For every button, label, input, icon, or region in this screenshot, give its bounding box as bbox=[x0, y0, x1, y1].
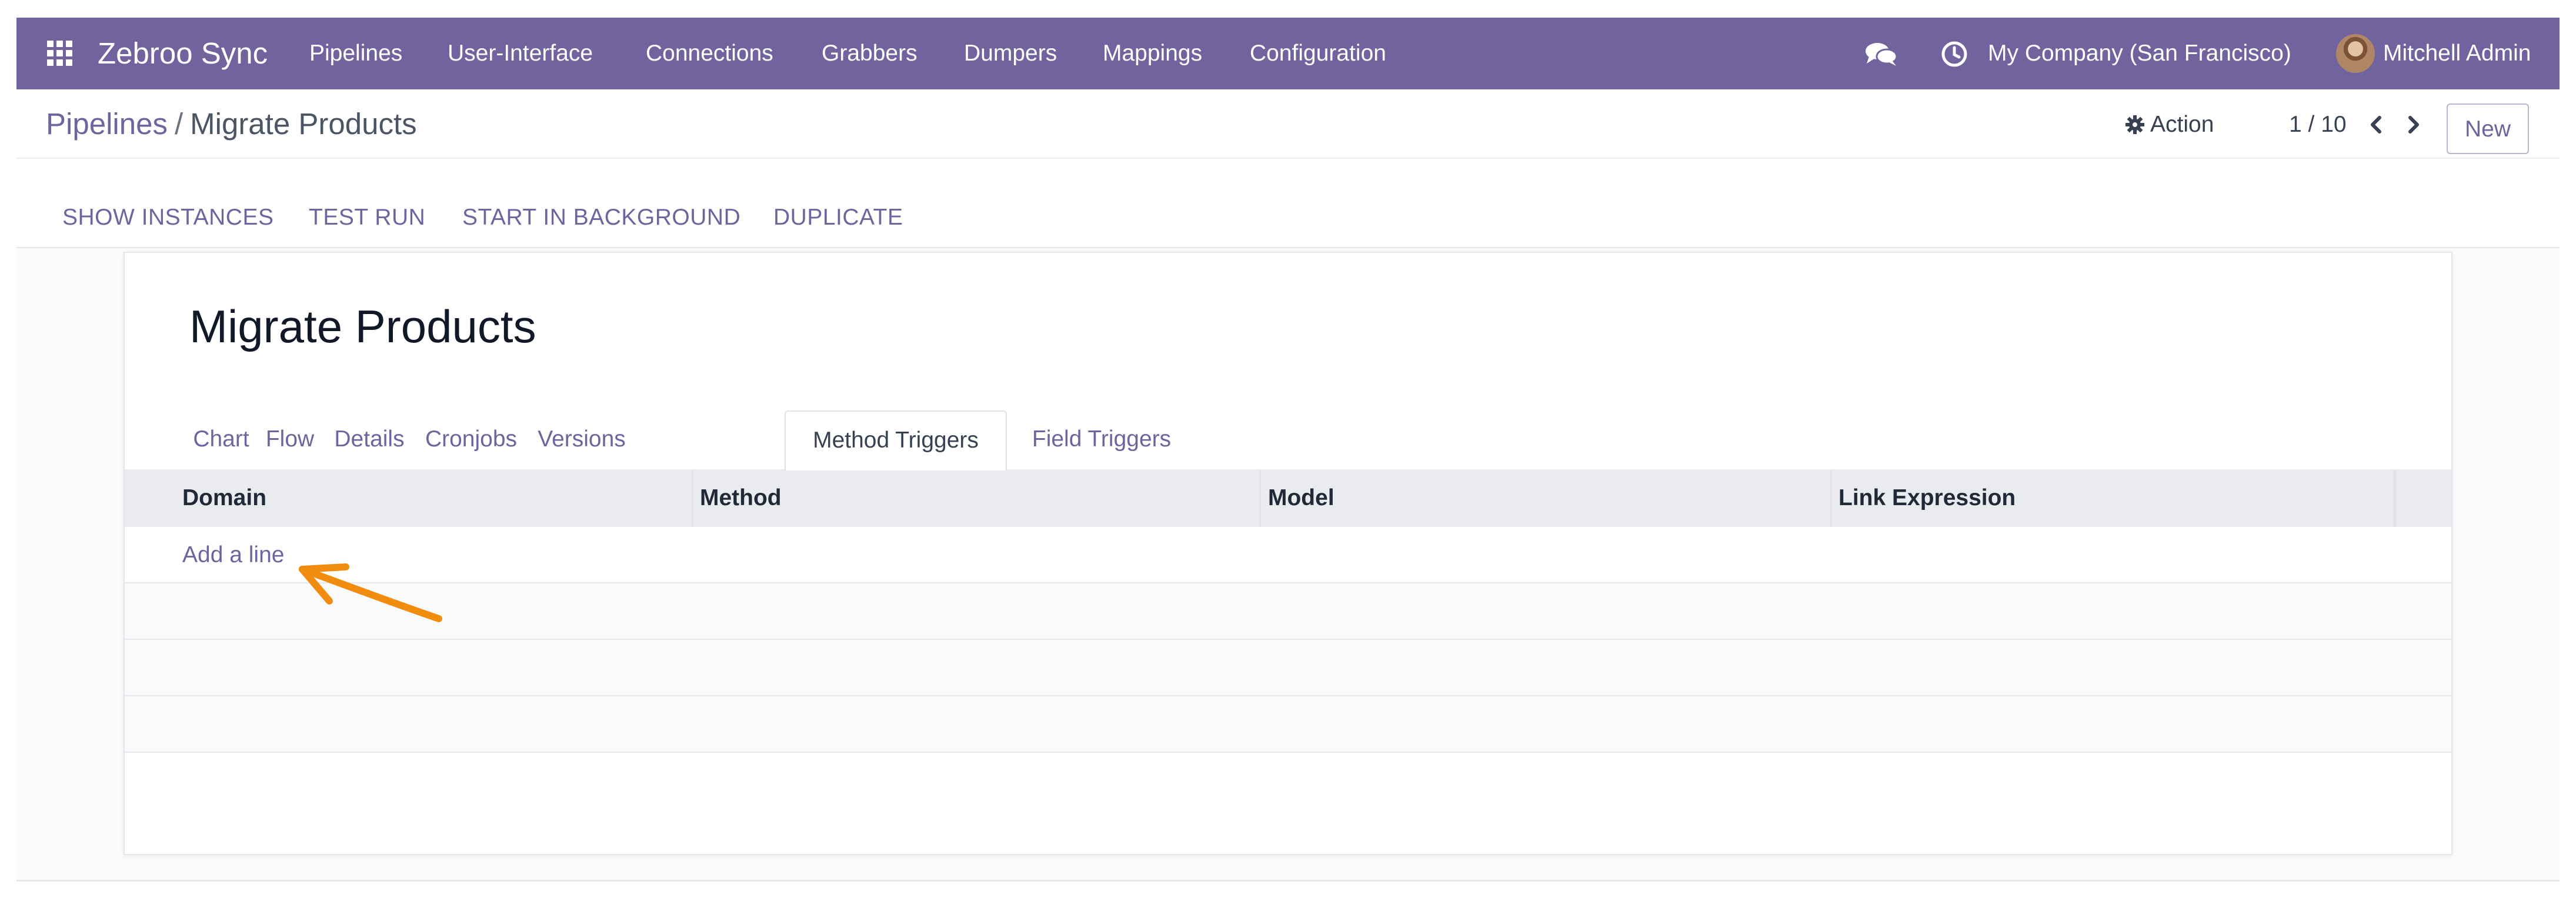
start-in-background-button[interactable]: START IN BACKGROUND bbox=[462, 188, 740, 247]
menu-user-interface[interactable]: User-Interface bbox=[448, 18, 593, 89]
menu-configuration[interactable]: Configuration bbox=[1250, 18, 1386, 89]
chat-icon[interactable] bbox=[1864, 41, 1898, 67]
form-sheet: Migrate Products Chart Flow Details Cron… bbox=[124, 252, 2452, 855]
action-menu-button[interactable]: Action bbox=[2124, 107, 2214, 142]
statusbar: SHOW INSTANCES TEST RUN START IN BACKGRO… bbox=[16, 188, 2560, 248]
breadcrumb-separator: / bbox=[174, 107, 183, 141]
column-header-link-expression[interactable]: Link Expression bbox=[1831, 469, 2395, 527]
user-name: Mitchell Admin bbox=[2383, 41, 2531, 66]
chevron-left-icon bbox=[2371, 116, 2381, 133]
brand-name[interactable]: Zebroo Sync bbox=[98, 18, 268, 89]
duplicate-button[interactable]: DUPLICATE bbox=[773, 188, 903, 247]
table-row-empty bbox=[125, 640, 2451, 696]
show-instances-button[interactable]: SHOW INSTANCES bbox=[62, 188, 273, 247]
tab-details[interactable]: Details bbox=[326, 410, 413, 469]
top-navbar: Zebroo Sync Pipelines User-Interface Con… bbox=[16, 18, 2560, 89]
breadcrumb-current: Migrate Products bbox=[190, 107, 417, 141]
breadcrumb-pipelines[interactable]: Pipelines bbox=[46, 107, 168, 141]
table-row-empty bbox=[125, 583, 2451, 640]
notebook-tabs: Chart Flow Details Cronjobs Versions Met… bbox=[125, 410, 2451, 470]
tab-versions[interactable]: Versions bbox=[529, 410, 634, 469]
control-divider bbox=[16, 158, 2560, 159]
column-header-method[interactable]: Method bbox=[693, 469, 1261, 527]
menu-connections[interactable]: Connections bbox=[646, 18, 773, 89]
new-record-button[interactable]: New bbox=[2447, 104, 2529, 154]
pager-previous-button[interactable] bbox=[2363, 107, 2389, 142]
table-row-empty bbox=[125, 696, 2451, 753]
menu-grabbers[interactable]: Grabbers bbox=[822, 18, 917, 89]
pager-value[interactable]: 1 / 10 bbox=[2289, 107, 2347, 142]
apps-grid-icon[interactable] bbox=[47, 41, 73, 66]
add-a-line-link[interactable]: Add a line bbox=[182, 527, 284, 583]
tab-chart[interactable]: Chart bbox=[188, 410, 254, 469]
control-panel: Pipelines / Migrate Products Action 1 / … bbox=[16, 89, 2560, 189]
menu-dumpers[interactable]: Dumpers bbox=[964, 18, 1057, 89]
tab-method-triggers[interactable]: Method Triggers bbox=[785, 410, 1007, 470]
column-header-domain[interactable]: Domain bbox=[175, 469, 693, 527]
test-run-button[interactable]: TEST RUN bbox=[309, 188, 425, 247]
company-switcher[interactable]: My Company (San Francisco) bbox=[1988, 18, 2291, 89]
tab-field-triggers[interactable]: Field Triggers bbox=[1007, 410, 1196, 469]
column-header-actions bbox=[2395, 469, 2452, 527]
tab-cronjobs[interactable]: Cronjobs bbox=[413, 410, 529, 469]
column-header-model[interactable]: Model bbox=[1261, 469, 1831, 527]
breadcrumb: Pipelines / Migrate Products bbox=[46, 105, 417, 143]
record-title[interactable]: Migrate Products bbox=[189, 300, 536, 353]
user-menu[interactable]: Mitchell Admin bbox=[2336, 18, 2531, 89]
gear-icon bbox=[2125, 115, 2144, 134]
avatar bbox=[2336, 34, 2375, 73]
pager-next-button[interactable] bbox=[2401, 107, 2427, 142]
action-label: Action bbox=[2150, 112, 2214, 137]
menu-mappings[interactable]: Mappings bbox=[1103, 18, 1202, 89]
table-header: Domain Method Model Link Expression bbox=[125, 469, 2451, 527]
menu-pipelines[interactable]: Pipelines bbox=[309, 18, 402, 89]
clock-icon[interactable] bbox=[1941, 41, 1968, 68]
app-window: Zebroo Sync Pipelines User-Interface Con… bbox=[16, 18, 2560, 882]
tab-flow[interactable]: Flow bbox=[254, 410, 326, 469]
chevron-right-icon bbox=[2408, 116, 2419, 133]
table-row: Add a line bbox=[125, 527, 2451, 583]
